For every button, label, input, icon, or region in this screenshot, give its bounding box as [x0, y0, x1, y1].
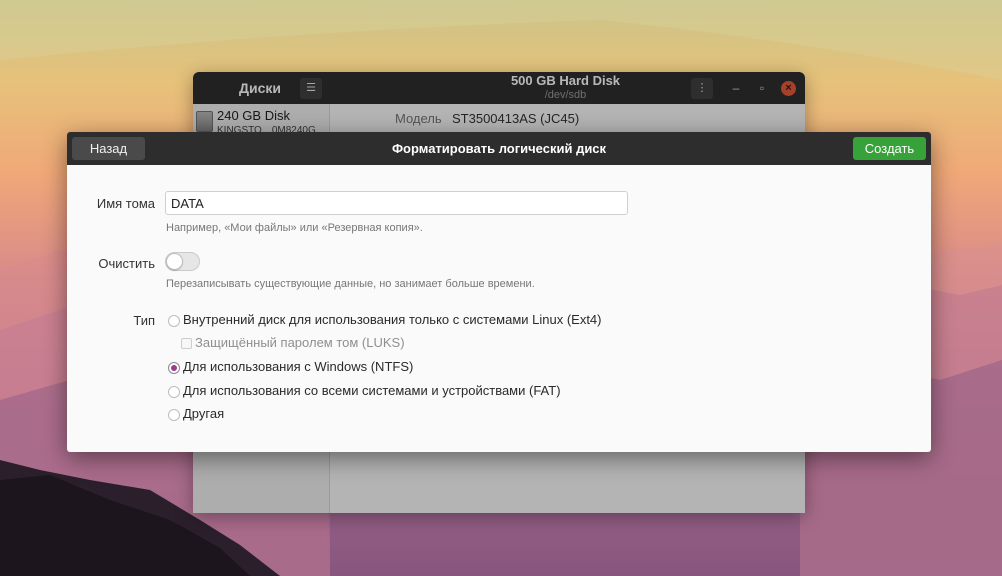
radio-label: Другая — [183, 406, 225, 421]
luks-checkbox-label: Защищённый паролем том (LUKS) — [195, 335, 405, 350]
create-button[interactable]: Создать — [853, 137, 926, 160]
format-volume-dialog: Назад Форматировать логический диск Созд… — [67, 132, 931, 452]
radio-button-icon — [168, 386, 180, 398]
volume-name-label: Имя тома — [96, 196, 155, 211]
erase-hint: Перезаписывать существующие данные, но з… — [166, 278, 535, 290]
erase-label: Очистить — [98, 256, 155, 271]
checkbox-icon — [181, 338, 192, 349]
radio-label: Для использования со всеми системами и у… — [183, 383, 561, 398]
dialog-headerbar: Назад Форматировать логический диск Созд… — [67, 132, 931, 165]
dialog-title: Форматировать логический диск — [391, 141, 607, 156]
volume-name-input[interactable] — [165, 191, 628, 215]
radio-label: Для использования с Windows (NTFS) — [183, 359, 414, 374]
radio-label: Внутренний диск для использования только… — [183, 312, 602, 327]
volume-name-hint: Например, «Мои файлы» или «Резервная коп… — [166, 222, 423, 234]
toggle-knob — [166, 253, 183, 270]
radio-button-icon — [168, 409, 180, 421]
erase-toggle[interactable] — [165, 252, 200, 271]
type-label: Тип — [133, 313, 155, 328]
radio-button-icon — [168, 315, 180, 327]
radio-button-selected-icon — [168, 362, 180, 374]
